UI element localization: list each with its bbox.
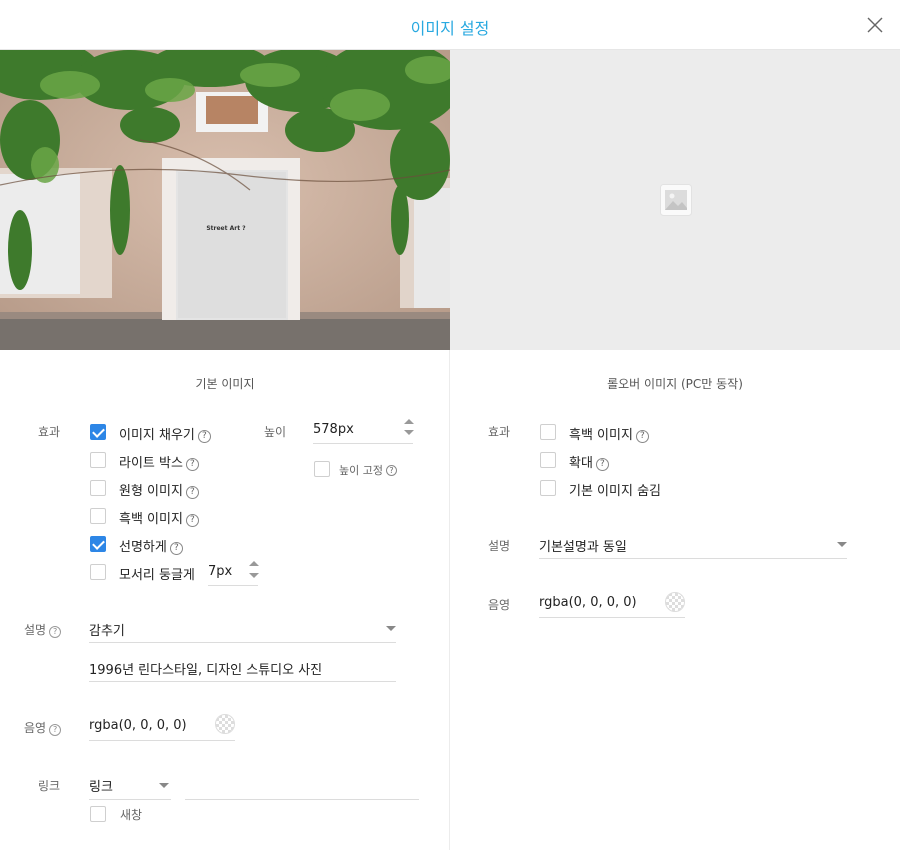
effect-grayscale-label: 흑백 이미지 (119, 512, 183, 527)
height-label: 높이 (264, 425, 287, 439)
stepper-down-icon[interactable] (249, 573, 259, 578)
caption-select[interactable]: 감추기 (89, 620, 396, 643)
fix-height-label: 높이 고정 (339, 464, 383, 477)
rollover-grayscale-label: 흑백 이미지 (569, 428, 633, 443)
help-icon[interactable]: ? (385, 465, 397, 476)
base-image-preview[interactable]: Street Art ? (0, 50, 450, 350)
link-url-input[interactable] (185, 776, 419, 800)
rollover-effect-label: 효과 (488, 425, 511, 439)
help-icon[interactable]: ? (49, 724, 62, 736)
caption-select-value: 감추기 (89, 624, 125, 639)
shadow-color-input[interactable]: rgba(0, 0, 0, 0) (89, 718, 235, 741)
effect-sharpen-checkbox[interactable] (90, 536, 106, 552)
help-icon[interactable]: ? (169, 542, 183, 555)
effect-circle-label: 원형 이미지 (119, 484, 183, 499)
effect-sharpen-option: 선명하게? (119, 536, 183, 555)
rollover-zoom-option: 확대? (569, 452, 609, 471)
rollover-caption-value: 기본설명과 동일 (539, 540, 627, 555)
shadow-label-text: 음영 (24, 721, 47, 735)
rollover-section-title: 롤오버 이미지 (PC만 동작) (607, 377, 743, 391)
caption-label-text: 설명 (24, 623, 47, 637)
height-input[interactable]: 578px (313, 419, 414, 444)
rollover-shadow-input[interactable]: rgba(0, 0, 0, 0) (539, 595, 685, 618)
dialog-title: 이미지 설정 (410, 19, 490, 38)
effect-grayscale-checkbox[interactable] (90, 508, 106, 524)
effect-fill-label: 이미지 채우기 (119, 428, 195, 443)
effect-fill-option: 이미지 채우기? (119, 424, 211, 443)
rollover-grayscale-option: 흑백 이미지? (569, 424, 649, 443)
chevron-down-icon (386, 626, 396, 631)
new-window-checkbox[interactable] (90, 806, 106, 822)
shadow-label: 음영? (24, 719, 62, 736)
color-swatch[interactable] (215, 714, 235, 734)
link-type-select[interactable]: 링크 (89, 776, 171, 800)
color-swatch[interactable] (665, 592, 685, 612)
rollover-zoom-label: 확대 (569, 456, 593, 471)
dialog-header: 이미지 설정 (0, 0, 900, 50)
new-window-label: 새창 (120, 808, 143, 822)
base-section-title: 기본 이미지 (195, 377, 255, 391)
chevron-down-icon (837, 542, 847, 547)
help-icon[interactable]: ? (197, 430, 211, 443)
caption-text-input[interactable]: 1996년 린다스타일, 디자인 스튜디오 사진 (89, 659, 396, 682)
chevron-down-icon (159, 783, 169, 788)
fix-height-option: 높이 고정? (339, 462, 397, 478)
rollover-grayscale-checkbox[interactable] (540, 424, 556, 440)
effect-rounded-label: 모서리 둥글게 (119, 568, 195, 583)
rollover-image-preview[interactable] (450, 50, 900, 350)
help-icon[interactable]: ? (185, 458, 199, 471)
corner-radius-value: 7px (208, 564, 233, 579)
effect-rounded-checkbox[interactable] (90, 564, 106, 580)
help-icon[interactable]: ? (49, 626, 62, 638)
stepper-up-icon[interactable] (249, 561, 259, 566)
rollover-hide-base-label: 기본 이미지 숨김 (569, 484, 661, 499)
effect-lightbox-option: 라이트 박스? (119, 452, 199, 471)
height-value: 578px (313, 422, 354, 437)
help-icon[interactable]: ? (595, 458, 609, 471)
effect-sharpen-label: 선명하게 (119, 540, 167, 555)
stepper-up-icon[interactable] (404, 419, 414, 424)
street-art-sign: Street Art ? (206, 225, 246, 232)
caption-text-value: 1996년 린다스타일, 디자인 스튜디오 사진 (89, 663, 323, 678)
close-icon[interactable] (866, 16, 884, 34)
column-divider (449, 350, 450, 850)
effect-circle-checkbox[interactable] (90, 480, 106, 496)
effect-circle-option: 원형 이미지? (119, 480, 199, 499)
rollover-caption-select[interactable]: 기본설명과 동일 (539, 536, 847, 559)
help-icon[interactable]: ? (185, 486, 199, 499)
help-icon[interactable]: ? (635, 430, 649, 443)
fix-height-checkbox[interactable] (314, 461, 330, 477)
help-icon[interactable]: ? (185, 514, 199, 527)
rollover-shadow-value: rgba(0, 0, 0, 0) (539, 595, 637, 610)
rollover-hide-base-checkbox[interactable] (540, 480, 556, 496)
rollover-caption-label: 설명 (488, 539, 511, 553)
effect-grayscale-option: 흑백 이미지? (119, 508, 199, 527)
base-effect-label: 효과 (38, 425, 61, 439)
link-label: 링크 (38, 779, 61, 793)
link-type-value: 링크 (89, 780, 113, 795)
effect-lightbox-checkbox[interactable] (90, 452, 106, 468)
effect-fill-checkbox[interactable] (90, 424, 106, 440)
corner-radius-input[interactable]: 7px (208, 561, 259, 586)
effect-lightbox-label: 라이트 박스 (119, 456, 183, 471)
rollover-shadow-label: 음영 (488, 598, 511, 612)
caption-label: 설명? (24, 621, 62, 638)
stepper-down-icon[interactable] (404, 430, 414, 435)
shadow-color-value: rgba(0, 0, 0, 0) (89, 718, 187, 733)
rollover-zoom-checkbox[interactable] (540, 452, 556, 468)
image-placeholder-icon (660, 184, 692, 216)
